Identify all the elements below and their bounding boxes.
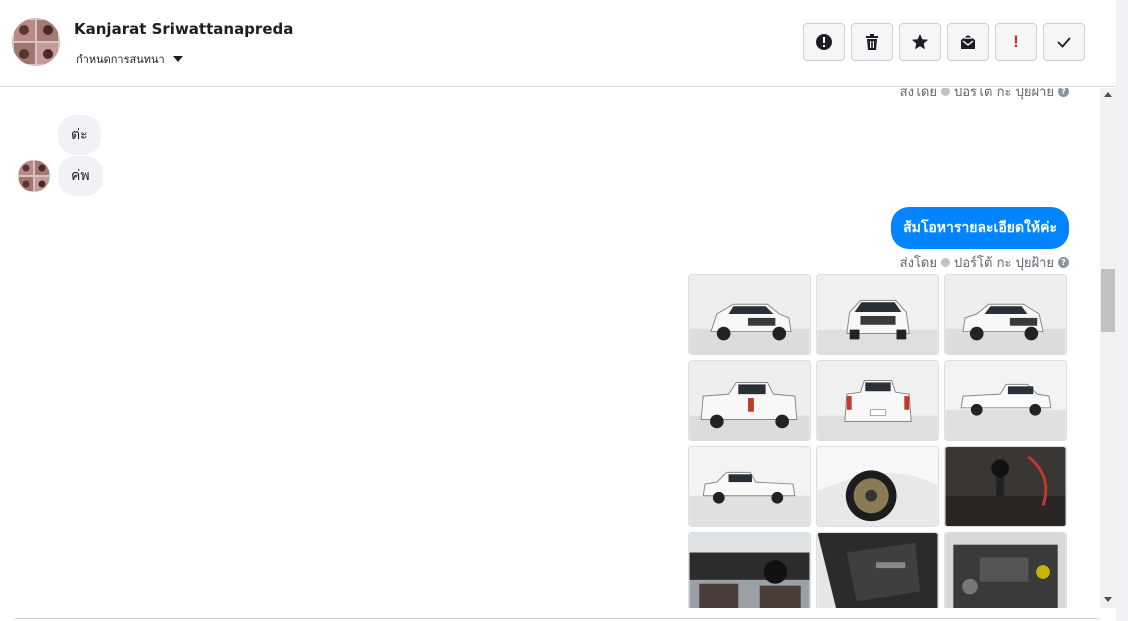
thread-scrollbar[interactable] (1100, 88, 1116, 608)
conversation-toolbar: ! (803, 23, 1085, 61)
right-panel-edge (1116, 0, 1128, 621)
scroll-down-arrow-icon[interactable] (1104, 597, 1112, 602)
car-photo-engine[interactable] (944, 532, 1067, 608)
checkmark-icon (1057, 37, 1071, 48)
sent-by-label: ส่งโดย (899, 88, 937, 100)
car-photo-front-left[interactable] (688, 274, 811, 355)
car-photo-rear[interactable] (816, 360, 939, 441)
conversation-header: Kanjarat Sriwattanapreda กำหนดการสนทนา ! (0, 0, 1116, 87)
schedule-label: กำหนดการสนทนา (76, 53, 165, 66)
sender-avatar[interactable] (18, 160, 50, 192)
exclamation-icon: ! (1013, 32, 1019, 51)
sender-name[interactable]: ปอร์โต้ กะ ปุยฝ้าย (954, 88, 1054, 102)
car-photo-wheel[interactable] (816, 446, 939, 527)
sent-by-line: ส่งโดย ปอร์โต้ กะ ปุยฝ้าย ? (900, 252, 1069, 273)
mark-unread-button[interactable] (947, 23, 989, 61)
incoming-message[interactable]: ค่พ (58, 156, 103, 196)
caret-down-icon (172, 56, 183, 62)
star-button[interactable] (899, 23, 941, 61)
delete-button[interactable] (851, 23, 893, 61)
inbox-conversation-view: Kanjarat Sriwattanapreda กำหนดการสนทนา !… (0, 0, 1128, 621)
photo-gallery (688, 274, 1067, 608)
car-photo-side-right[interactable] (944, 360, 1067, 441)
contact-avatar[interactable] (12, 18, 60, 66)
car-photo-front[interactable] (816, 274, 939, 355)
mark-spam-button[interactable] (803, 23, 845, 61)
done-button[interactable] (1043, 23, 1085, 61)
sender-name[interactable]: ปอร์โต้ กะ ปุยฝ้าย (954, 252, 1054, 273)
car-photo-dashboard[interactable] (688, 532, 811, 608)
star-icon (912, 34, 928, 50)
help-icon[interactable]: ? (1058, 257, 1069, 268)
incoming-message[interactable]: ต่ะ (58, 115, 101, 155)
contact-name[interactable]: Kanjarat Sriwattanapreda (74, 20, 293, 38)
trash-icon (866, 34, 878, 50)
mark-unread-icon (961, 35, 975, 49)
help-icon[interactable]: ? (1058, 88, 1069, 97)
car-photo-side-left[interactable] (688, 446, 811, 527)
sent-by-label: ส่งโดย (899, 256, 937, 271)
message-thread[interactable]: ส่งโดย ปอร์โต้ กะ ปุยฝ้าย ? ต่ะ ค่พ ส้มโ… (0, 88, 1100, 608)
sent-by-line-top: ส่งโดย ปอร์โต้ กะ ปุยฝ้าย ? (900, 88, 1069, 102)
alert-circle-icon (816, 34, 832, 50)
car-photo-front-right[interactable] (944, 274, 1067, 355)
important-button[interactable]: ! (995, 23, 1037, 61)
check-icon (941, 88, 950, 96)
avatar-image (18, 160, 50, 192)
check-icon (941, 258, 950, 267)
outgoing-message[interactable]: ส้มโอหารายละเอียดให้ค่ะ (891, 207, 1069, 249)
car-photo-door-panel[interactable] (816, 532, 939, 608)
avatar-image (12, 18, 60, 66)
car-photo-rear-left[interactable] (688, 360, 811, 441)
car-photo-gear-shift[interactable] (944, 446, 1067, 527)
schedule-dropdown[interactable]: กำหนดการสนทนา (76, 50, 183, 68)
scroll-up-arrow-icon[interactable] (1104, 92, 1112, 97)
scroll-thumb[interactable] (1101, 269, 1115, 332)
